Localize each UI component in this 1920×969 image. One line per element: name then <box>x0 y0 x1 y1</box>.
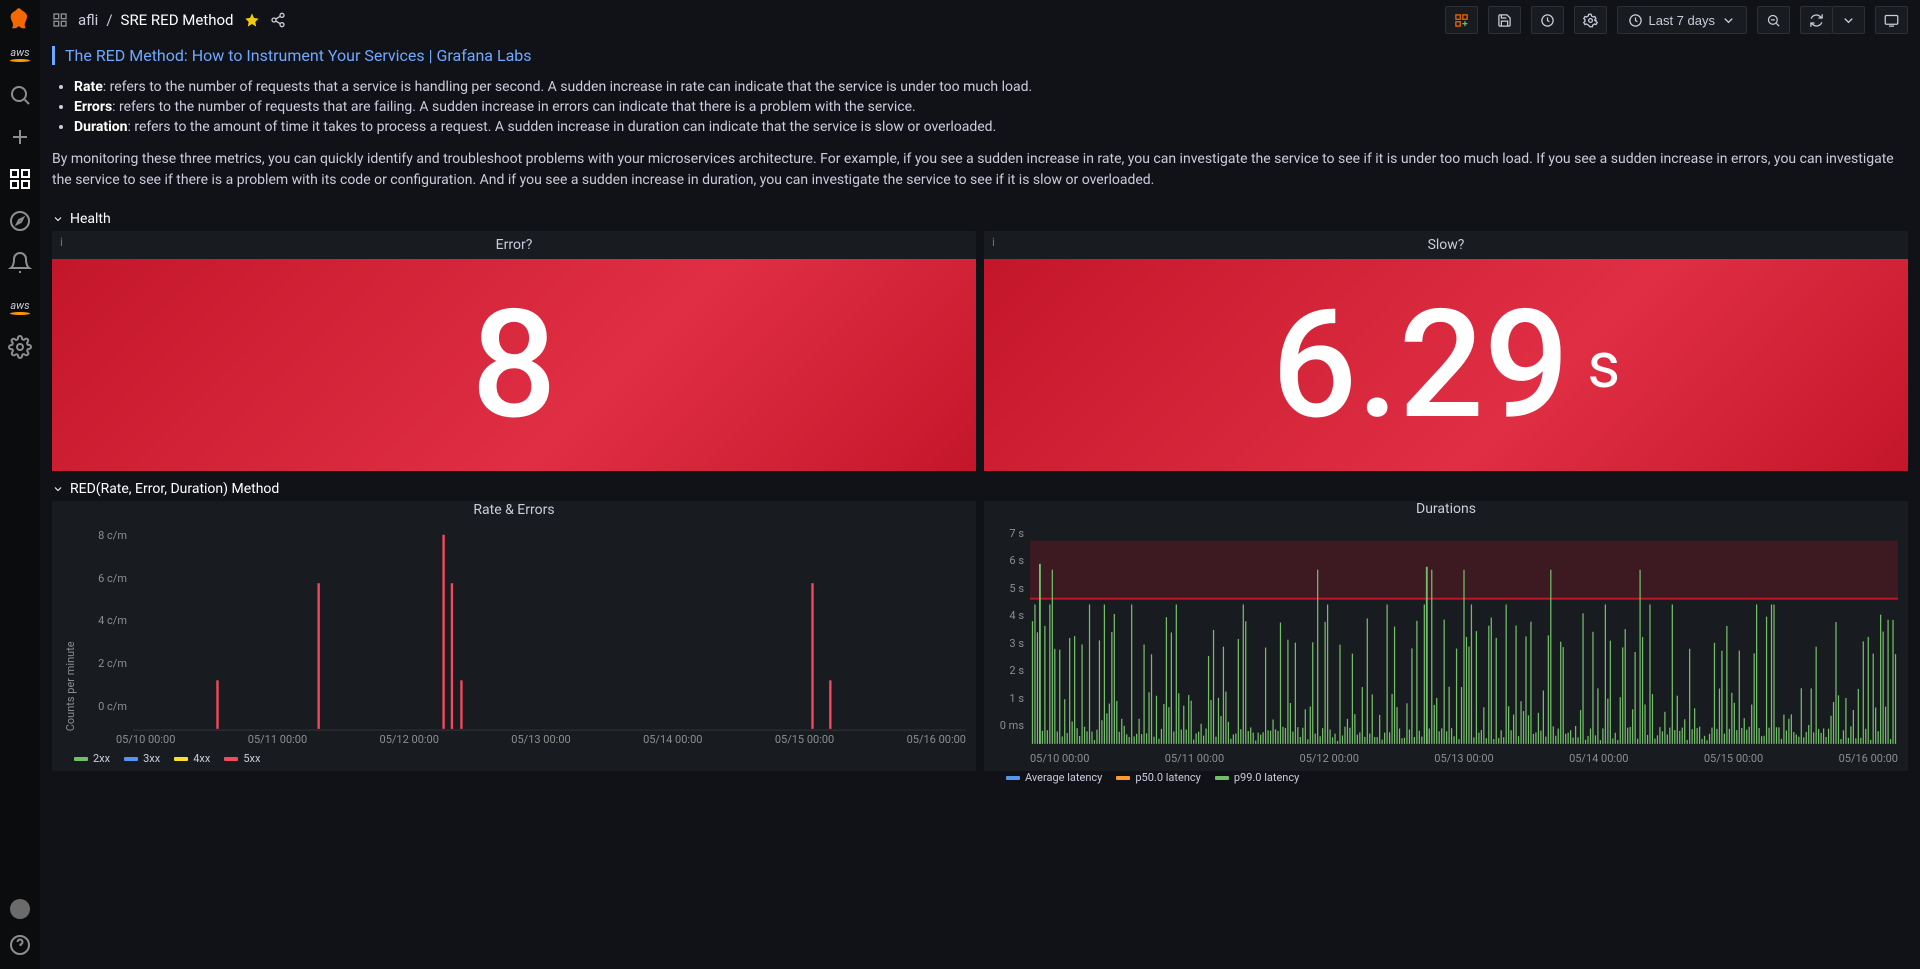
legend-item[interactable]: p99.0 latency <box>1215 771 1299 784</box>
stat-error-body: 8 <box>52 259 976 471</box>
legend[interactable]: Average latency p50.0 latency p99.0 latenc… <box>994 769 1898 788</box>
legend-label: 2xx <box>93 752 110 765</box>
legend-label: Average latency <box>1025 771 1102 784</box>
alerts-icon[interactable] <box>8 251 32 275</box>
search-icon[interactable] <box>8 83 32 107</box>
kiosk-button[interactable] <box>1875 6 1908 34</box>
legend-item[interactable]: 3xx <box>124 752 160 765</box>
legend-item[interactable]: Average latency <box>1006 771 1102 784</box>
legend-swatch <box>1006 776 1020 780</box>
row-title-health: Health <box>70 211 111 227</box>
stat-slow-unit: s <box>1587 328 1620 403</box>
panel-durations[interactable]: Durations 7 s 6 s 5 s 4 s 3 s 2 s 1 s <box>984 501 1908 771</box>
panel-title: Error? <box>496 237 533 253</box>
dashboard-grid-icon <box>52 12 68 28</box>
y-axis-ticks: 7 s 6 s 5 s 4 s 3 s 2 s 1 s 0 ms <box>994 523 1030 750</box>
chevron-down-icon <box>52 213 64 225</box>
y-axis-label: Counts per minute <box>62 525 79 731</box>
legend-label: p50.0 latency <box>1135 771 1200 784</box>
sidebar: aws aws <box>0 0 40 969</box>
legend-item[interactable]: 4xx <box>174 752 210 765</box>
legend-swatch <box>224 757 238 761</box>
legend-swatch <box>174 757 188 761</box>
stat-error-value: 8 <box>471 290 556 440</box>
legend-item[interactable]: p50.0 latency <box>1116 771 1200 784</box>
bullet-errors: Errors: refers to the number of requests… <box>74 99 1908 115</box>
info-icon[interactable]: i <box>60 235 63 249</box>
history-button[interactable] <box>1531 6 1564 34</box>
legend-label: p99.0 latency <box>1234 771 1299 784</box>
panel-title: Rate & Errors <box>473 502 554 518</box>
panel-slow-stat[interactable]: i Slow? 6.29 s <box>984 231 1908 471</box>
x-axis-ticks: 05/10 00:00 05/11 00:00 05/12 00:00 05/1… <box>62 731 966 750</box>
panel-error-stat[interactable]: i Error? 8 <box>52 231 976 471</box>
row-header-red[interactable]: RED(Rate, Error, Duration) Method <box>52 481 1908 497</box>
x-axis-ticks: 05/10 00:00 05/11 00:00 05/12 00:00 05/1… <box>994 750 1898 769</box>
bullet-rate: Rate: refers to the number of requests t… <box>74 79 1908 95</box>
explore-icon[interactable] <box>8 209 32 233</box>
legend-label: 5xx <box>243 752 260 765</box>
legend-label: 4xx <box>193 752 210 765</box>
page-title[interactable]: SRE RED Method <box>121 11 234 29</box>
panel-title: Slow? <box>1428 237 1465 253</box>
legend-swatch <box>1116 776 1130 780</box>
dashboard-settings-button[interactable] <box>1574 6 1607 34</box>
grafana-logo-icon[interactable] <box>6 6 34 34</box>
topbar: afli / SRE RED Method Last 7 days <box>40 0 1920 40</box>
stat-slow-body: 6.29 s <box>984 259 1908 471</box>
legend[interactable]: 2xx 3xx 4xx 5xx <box>62 750 966 769</box>
y-axis-ticks: 8 c/m 6 c/m 4 c/m 2 c/m 0 c/m <box>79 525 133 731</box>
refresh-interval-dropdown[interactable] <box>1832 6 1865 34</box>
intro-text-panel: The RED Method: How to Instrument Your S… <box>52 40 1908 205</box>
plus-icon[interactable] <box>8 125 32 149</box>
info-icon[interactable]: i <box>992 235 995 249</box>
breadcrumb-folder[interactable]: afli <box>78 11 98 29</box>
intro-summary: By monitoring these three metrics, you c… <box>52 149 1908 191</box>
panel-rate-errors[interactable]: Rate & Errors Counts per minute 8 c/m 6 … <box>52 501 976 771</box>
rate-errors-plot <box>133 525 966 731</box>
save-button[interactable] <box>1488 6 1521 34</box>
row-header-health[interactable]: Health <box>52 211 1908 227</box>
stat-slow-value: 6.29 <box>1272 290 1569 440</box>
time-range-picker[interactable]: Last 7 days <box>1617 6 1748 34</box>
legend-swatch <box>1215 776 1229 780</box>
legend-swatch <box>124 757 138 761</box>
user-avatar[interactable] <box>10 899 30 919</box>
chevron-down-icon <box>52 483 64 495</box>
legend-item[interactable]: 2xx <box>74 752 110 765</box>
legend-label: 3xx <box>143 752 160 765</box>
legend-swatch <box>74 757 88 761</box>
time-range-label: Last 7 days <box>1649 13 1716 28</box>
add-panel-button[interactable] <box>1445 6 1478 34</box>
bullet-duration: Duration: refers to the amount of time i… <box>74 119 1908 135</box>
legend-item[interactable]: 5xx <box>224 752 260 765</box>
breadcrumb: afli / SRE RED Method <box>78 11 234 29</box>
aws-logo-text: aws <box>10 46 29 59</box>
zoom-out-button[interactable] <box>1757 6 1790 34</box>
red-method-link[interactable]: The RED Method: How to Instrument Your S… <box>52 46 532 65</box>
row-title-red: RED(Rate, Error, Duration) Method <box>70 481 279 497</box>
star-icon[interactable] <box>244 12 260 28</box>
settings-icon[interactable] <box>8 335 32 359</box>
durations-plot <box>1030 523 1898 750</box>
share-icon[interactable] <box>270 12 286 28</box>
dashboards-icon[interactable] <box>8 167 32 191</box>
help-icon[interactable] <box>8 933 32 957</box>
aws-nav-icon[interactable]: aws <box>8 293 32 317</box>
panel-title: Durations <box>1416 501 1476 517</box>
refresh-button[interactable] <box>1800 6 1832 34</box>
